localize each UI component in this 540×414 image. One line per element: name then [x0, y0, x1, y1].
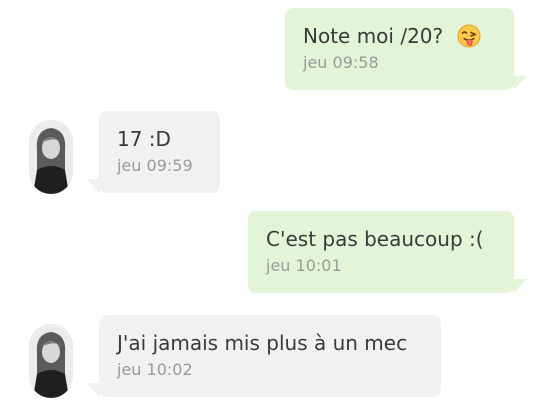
message-timestamp: jeu 09:59	[117, 156, 193, 175]
message-timestamp: jeu 10:02	[117, 360, 193, 379]
message-timestamp: jeu 09:58	[303, 53, 379, 72]
message-bubble-incoming[interactable]: 17 :D jeu 09:59	[99, 111, 220, 193]
contact-avatar[interactable]	[29, 120, 73, 194]
message-text-row: J'ai jamais mis plus à un mec	[117, 330, 423, 356]
bubble-tail	[86, 383, 100, 397]
message-text: Note moi /20?	[303, 24, 444, 48]
bubble-tail	[86, 179, 100, 193]
contact-avatar[interactable]	[29, 324, 73, 398]
bubble-tail	[513, 76, 527, 90]
message-text: C'est pas beaucoup :(	[266, 227, 484, 251]
message-text-row: 17 :D	[117, 126, 202, 152]
message-text: J'ai jamais mis plus à un mec	[117, 331, 408, 355]
winking-tongue-emoji-icon	[457, 24, 481, 48]
message-text: 17 :D	[117, 127, 171, 151]
bubble-tail	[513, 279, 527, 293]
message-bubble-incoming[interactable]: J'ai jamais mis plus à un mec jeu 10:02	[99, 315, 441, 397]
message-text-row: Note moi /20?	[303, 23, 496, 49]
message-timestamp: jeu 10:01	[266, 256, 342, 275]
message-bubble-outgoing[interactable]: C'est pas beaucoup :( jeu 10:01	[248, 211, 514, 293]
message-text-row: C'est pas beaucoup :(	[266, 226, 496, 252]
message-bubble-outgoing[interactable]: Note moi /20? jeu 09:58	[285, 8, 514, 90]
